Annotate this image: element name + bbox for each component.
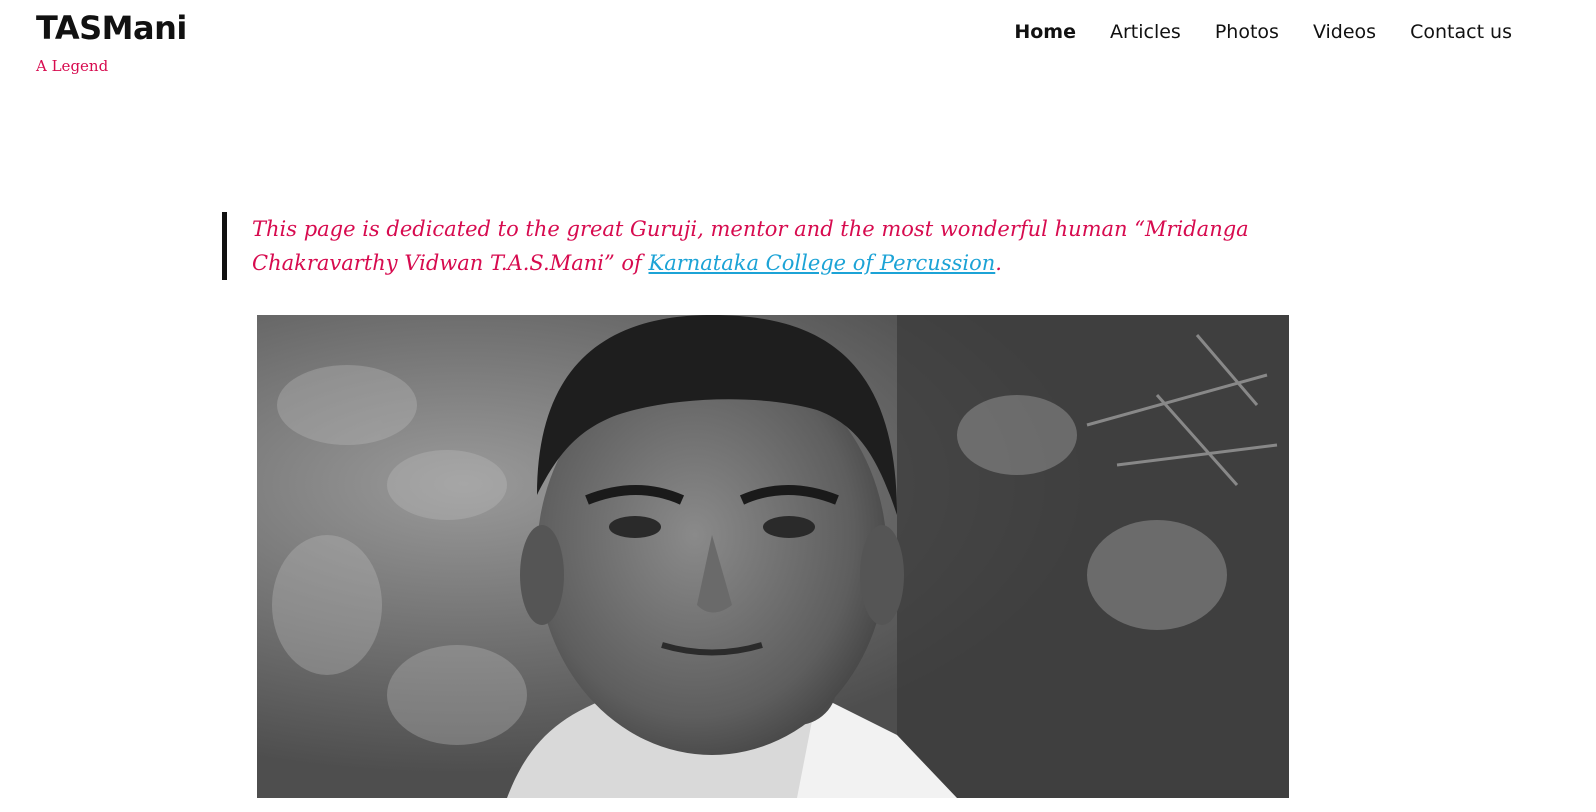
- nav-item-videos[interactable]: Videos: [1313, 18, 1376, 46]
- primary-nav: Home Articles Photos Videos Contact us: [1014, 18, 1512, 46]
- nav-item-home[interactable]: Home: [1014, 18, 1076, 46]
- nav-item-contact-us[interactable]: Contact us: [1410, 18, 1512, 46]
- site-title[interactable]: TASMani: [36, 8, 187, 48]
- nav-item-articles[interactable]: Articles: [1110, 18, 1181, 46]
- nav-item-photos[interactable]: Photos: [1215, 18, 1279, 46]
- dedication-quote: This page is dedicated to the great Guru…: [222, 212, 1302, 280]
- portrait-photo: [257, 315, 1289, 798]
- dedication-trailing-period: .: [995, 251, 1002, 275]
- karnataka-college-link[interactable]: Karnataka College of Percussion: [649, 251, 996, 275]
- portrait-photo-graphic: [257, 315, 1289, 798]
- site-header: TASMani A Legend Home Articles Photos Vi…: [0, 0, 1596, 110]
- site-tagline: A Legend: [36, 57, 109, 75]
